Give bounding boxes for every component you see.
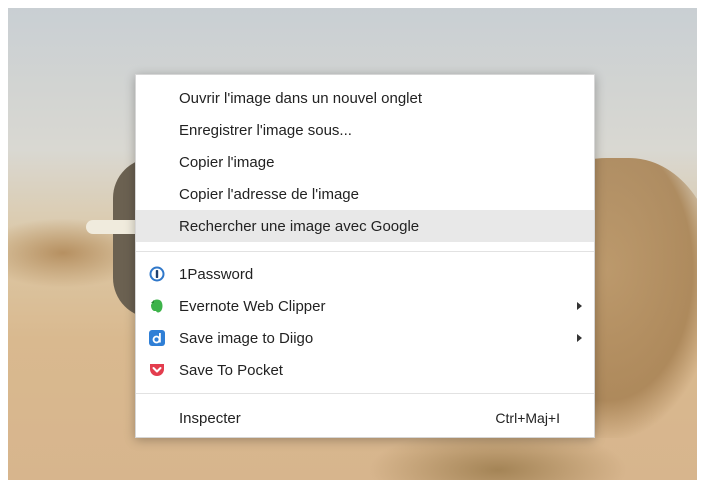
menu-item-label: Save image to Diigo — [179, 329, 314, 347]
menu-item-label: Copier l'adresse de l'image — [179, 185, 359, 203]
submenu-arrow-icon — [577, 334, 582, 342]
menu-item-1password[interactable]: 1Password — [136, 258, 594, 290]
menu-item-label: Save To Pocket — [179, 361, 283, 379]
menu-item-save-image-as[interactable]: Enregistrer l'image sous... — [136, 114, 594, 146]
evernote-icon — [149, 298, 165, 314]
1password-icon — [149, 266, 165, 282]
menu-item-save-to-diigo[interactable]: Save image to Diigo — [136, 322, 594, 354]
submenu-arrow-icon — [577, 302, 582, 310]
menu-item-label: Ouvrir l'image dans un nouvel onglet — [179, 89, 423, 107]
menu-item-search-image-google[interactable]: Rechercher une image avec Google — [136, 210, 594, 242]
menu-item-copy-image-address[interactable]: Copier l'adresse de l'image — [136, 178, 594, 210]
pocket-icon — [149, 362, 165, 378]
menu-item-evernote-web-clipper[interactable]: Evernote Web Clipper — [136, 290, 594, 322]
menu-item-open-image-new-tab[interactable]: Ouvrir l'image dans un nouvel onglet — [136, 82, 594, 114]
context-menu: Ouvrir l'image dans un nouvel onglet Enr… — [135, 74, 595, 438]
diigo-icon — [149, 330, 165, 346]
menu-item-inspect[interactable]: Inspecter Ctrl+Maj+I — [136, 402, 594, 434]
shortcut-label: Ctrl+Maj+I — [495, 410, 560, 426]
menu-item-label: Enregistrer l'image sous... — [179, 121, 352, 139]
menu-item-save-to-pocket[interactable]: Save To Pocket — [136, 354, 594, 386]
menu-item-label: Rechercher une image avec Google — [179, 217, 420, 235]
menu-item-copy-image[interactable]: Copier l'image — [136, 146, 594, 178]
menu-separator — [136, 251, 594, 252]
menu-item-label: Inspecter — [179, 409, 241, 427]
menu-item-label: 1Password — [179, 265, 254, 283]
menu-separator — [136, 393, 594, 394]
menu-item-label: Evernote Web Clipper — [179, 297, 326, 315]
menu-item-label: Copier l'image — [179, 153, 275, 171]
